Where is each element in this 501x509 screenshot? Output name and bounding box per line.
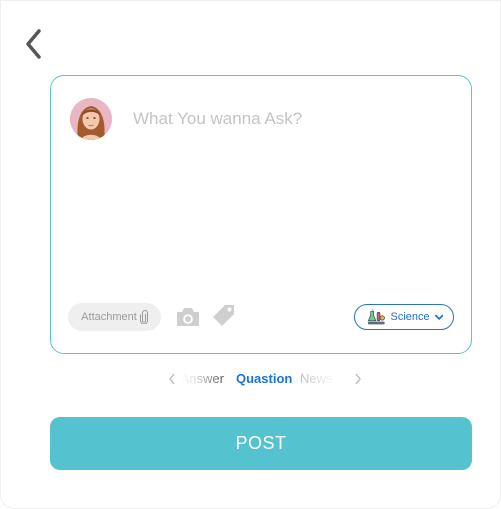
paperclip-icon bbox=[139, 310, 148, 324]
ask-question-screen: Attachment bbox=[0, 0, 501, 509]
tab-news[interactable]: News bbox=[300, 371, 340, 386]
subject-selected-value: Science bbox=[390, 311, 430, 323]
chevron-left-icon bbox=[26, 29, 41, 59]
post-button[interactable]: POST bbox=[50, 417, 472, 470]
back-button[interactable] bbox=[20, 26, 48, 62]
attachment-label: Attachment bbox=[81, 311, 137, 323]
attachment-button[interactable]: Attachment bbox=[68, 303, 161, 331]
avatar bbox=[70, 98, 112, 140]
tab-question[interactable]: Quastion bbox=[236, 371, 292, 386]
camera-button[interactable] bbox=[175, 305, 201, 329]
feed-tabs: Answer Quastion News bbox=[160, 369, 370, 389]
subject-select[interactable]: Science bbox=[354, 304, 454, 330]
camera-icon bbox=[177, 308, 199, 326]
question-composer: Attachment bbox=[50, 75, 472, 354]
tabs-prev-button[interactable] bbox=[166, 371, 178, 387]
tag-icon bbox=[213, 305, 234, 326]
chevron-left-icon bbox=[169, 373, 175, 385]
chevron-right-icon bbox=[355, 373, 361, 385]
tabs-next-button[interactable] bbox=[352, 371, 364, 387]
question-input[interactable] bbox=[133, 106, 453, 132]
science-flask-icon bbox=[367, 309, 385, 325]
tag-button[interactable] bbox=[211, 303, 237, 329]
chevron-down-icon bbox=[434, 314, 443, 320]
tab-answer[interactable]: Answer bbox=[182, 371, 224, 386]
